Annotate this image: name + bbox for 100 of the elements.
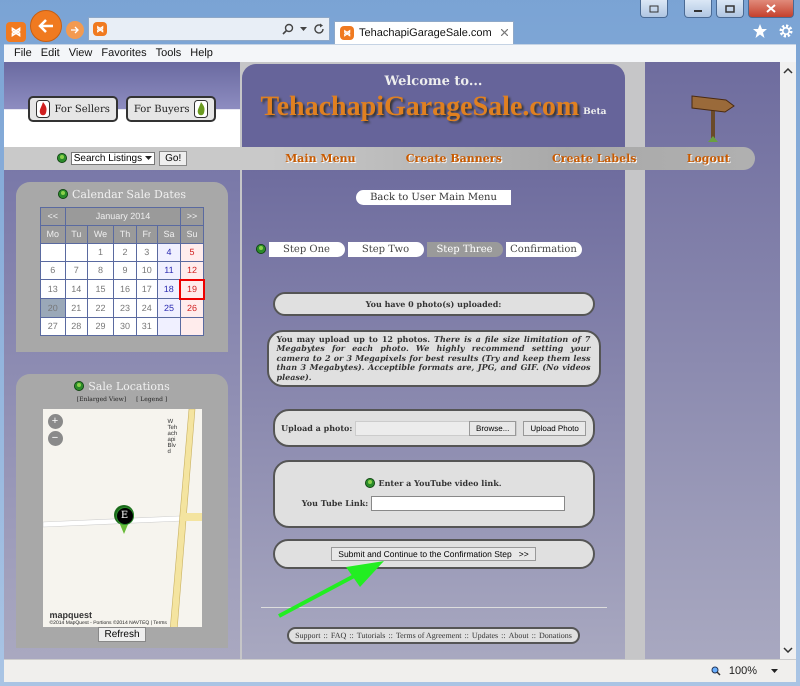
dropdown-icon[interactable] — [300, 26, 307, 31]
calendar-day[interactable]: 17 — [136, 280, 158, 299]
calendar-day[interactable]: 28 — [65, 317, 88, 336]
menu-item[interactable]: File — [14, 47, 32, 60]
calendar-day[interactable] — [180, 317, 204, 336]
maximize-button[interactable] — [716, 0, 744, 18]
browser-logo-icon[interactable] — [340, 26, 354, 40]
calendar-day[interactable] — [65, 243, 88, 262]
calendar-day[interactable]: 24 — [136, 298, 158, 318]
help-icon — [256, 244, 266, 254]
step-tab[interactable]: Step One — [268, 242, 344, 257]
calendar-day[interactable]: 22 — [87, 298, 114, 318]
calendar-day[interactable]: 11 — [157, 261, 180, 280]
calendar-day[interactable]: 1 — [87, 243, 114, 262]
footer-link[interactable]: Donations — [539, 631, 572, 640]
settings-icon[interactable] — [778, 22, 794, 39]
restore-tabs-button[interactable] — [640, 0, 668, 18]
calendar-day[interactable]: 2 — [114, 243, 136, 262]
calendar-day[interactable] — [157, 317, 180, 336]
calendar-day[interactable]: 25 — [157, 298, 180, 318]
star-icon[interactable] — [752, 22, 768, 39]
go-button[interactable]: Go! — [159, 150, 188, 166]
zoom-level[interactable]: 100% — [728, 665, 757, 678]
calendar-day[interactable]: 7 — [65, 261, 88, 280]
menu-item[interactable]: View — [68, 47, 92, 60]
link-separator: :: — [532, 631, 536, 640]
back-button[interactable] — [30, 10, 62, 42]
menu-item[interactable]: Help — [190, 47, 213, 60]
calendar-day[interactable]: 3 — [136, 243, 158, 262]
search-icon[interactable] — [282, 22, 294, 35]
scroll-up-icon[interactable] — [783, 68, 793, 74]
help-icon — [365, 478, 376, 488]
calendar-day[interactable]: 4 — [157, 243, 180, 262]
footer-link[interactable]: Updates — [472, 631, 498, 640]
menu-item[interactable]: Edit — [40, 47, 60, 60]
back-arrow-icon — [38, 18, 54, 33]
address-field[interactable] — [88, 16, 330, 41]
calendar-day[interactable] — [40, 243, 66, 262]
calendar-day[interactable]: 27 — [40, 317, 66, 336]
step-tab[interactable]: Confirmation — [506, 242, 582, 257]
weekday-header: Su — [180, 225, 204, 244]
help-icon — [56, 153, 67, 164]
refresh-button[interactable]: Refresh — [98, 626, 146, 642]
close-icon[interactable] — [501, 29, 508, 36]
close-button[interactable] — [748, 0, 794, 18]
calendar-day[interactable]: 21 — [65, 298, 88, 318]
footer-link[interactable]: Terms of Agreement — [396, 631, 462, 640]
youtube-link-field[interactable] — [371, 496, 566, 511]
browse-button[interactable]: Browse... — [469, 420, 516, 436]
footer-link[interactable]: Support — [295, 631, 320, 640]
weekday-header: Fr — [136, 225, 158, 244]
weekday-header: Mo — [40, 225, 66, 244]
browser-logo-icon[interactable] — [93, 22, 107, 36]
refresh-icon[interactable] — [313, 22, 325, 35]
calendar-day[interactable]: 23 — [114, 298, 136, 318]
month-title: January 2014 — [65, 207, 180, 226]
calendar-day[interactable]: 9 — [114, 261, 136, 280]
maximize-icon — [725, 4, 735, 12]
welcome-text: Welcome to... — [384, 74, 482, 89]
beta-label: Beta — [583, 106, 606, 117]
step-tab[interactable]: Step Two — [348, 242, 424, 257]
calendar-day[interactable]: 8 — [87, 261, 114, 280]
dropdown-icon[interactable] — [771, 669, 778, 674]
menu-item[interactable]: Favorites — [101, 47, 147, 60]
file-field[interactable]: Browse... — [355, 420, 518, 436]
calendar-day[interactable]: 16 — [114, 280, 136, 299]
menu-item[interactable]: Tools — [156, 47, 182, 60]
browser-logo-icon[interactable] — [6, 22, 26, 42]
window-icon — [649, 4, 659, 12]
calendar-day[interactable]: 14 — [65, 280, 88, 299]
calendar-day[interactable]: 15 — [87, 280, 114, 299]
scrollbar[interactable] — [780, 62, 796, 660]
footer-link[interactable]: Tutorials — [356, 631, 386, 640]
calendar-day[interactable]: 19 — [180, 280, 204, 299]
weekday-header: We — [87, 225, 114, 244]
forward-button[interactable] — [66, 20, 84, 39]
submit-button[interactable]: Submit and Continue to the Confirmation Step >> — [331, 547, 536, 562]
help-icon — [74, 381, 84, 392]
calendar-day[interactable]: 30 — [114, 317, 136, 336]
calendar-day[interactable]: 5 — [180, 243, 204, 262]
scroll-down-icon[interactable] — [783, 647, 793, 654]
field-label: You Tube Link: — [302, 498, 368, 508]
weekday-header: Th — [114, 225, 136, 244]
flame-icon — [36, 100, 50, 118]
calendar-day[interactable]: 31 — [136, 317, 158, 336]
calendar-day[interactable]: 29 — [87, 317, 114, 336]
calendar-day[interactable]: 13 — [40, 280, 66, 299]
upload-photo-button[interactable]: Upload Photo — [523, 420, 586, 436]
browser-tab[interactable]: TehachapiGarageSale.com — [334, 20, 514, 44]
zoom-icon[interactable] — [710, 666, 721, 676]
for-buyers-button[interactable]: For Buyers — [126, 96, 216, 122]
footer-link[interactable]: About — [508, 631, 529, 640]
minimize-button[interactable] — [684, 0, 712, 18]
link-separator: :: — [464, 631, 469, 640]
search-select[interactable]: Search Listings — [70, 152, 156, 165]
calendar-day[interactable]: 6 — [40, 261, 66, 280]
back-to-menu-button[interactable]: Back to User Main Menu — [356, 190, 511, 205]
footer-link[interactable]: FAQ — [330, 631, 346, 640]
calendar-day[interactable]: 10 — [136, 261, 158, 280]
for-sellers-button[interactable]: For Sellers — [28, 96, 118, 122]
